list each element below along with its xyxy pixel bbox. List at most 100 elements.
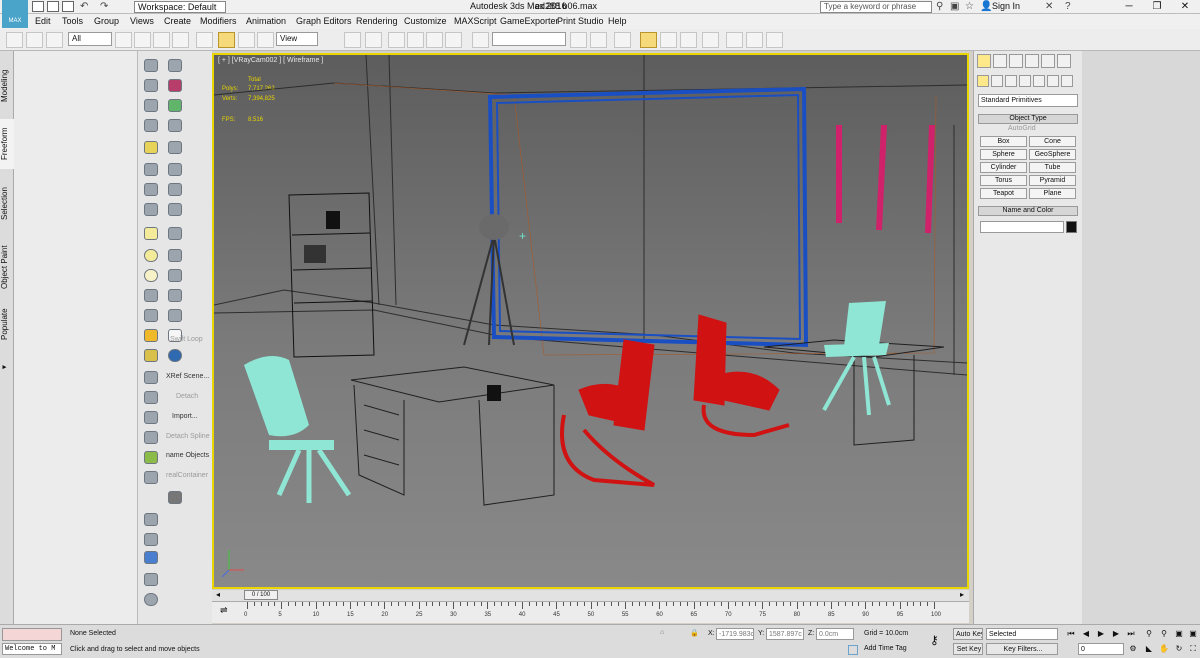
autogrid-checkbox[interactable]: AutoGrid: [1008, 125, 1036, 132]
key-icon[interactable]: ⚷: [930, 633, 939, 647]
cylinder-button[interactable]: Cylinder: [980, 162, 1027, 173]
go-to-end-icon[interactable]: ⏭: [1124, 628, 1138, 640]
plant-icon[interactable]: [144, 451, 158, 464]
field-of-view-icon[interactable]: ◣: [1142, 643, 1156, 655]
sphere-render-icon[interactable]: [144, 513, 158, 526]
new-file-icon[interactable]: [32, 1, 44, 12]
plane-icon[interactable]: [144, 227, 158, 240]
menu-edit[interactable]: Edit: [35, 16, 51, 26]
arrow-icon[interactable]: [168, 227, 182, 240]
bind-spacewarp-icon[interactable]: [46, 32, 63, 48]
snaps-toggle-icon[interactable]: [388, 32, 405, 48]
render-setup-icon[interactable]: [726, 32, 743, 48]
percent-snap-icon[interactable]: [426, 32, 443, 48]
window-crossing-icon[interactable]: [172, 32, 189, 48]
qr-icon[interactable]: [168, 349, 182, 362]
menu-animation[interactable]: Animation: [246, 16, 286, 26]
maximize-viewport-icon[interactable]: ⛶: [1186, 643, 1200, 655]
geosphere-button[interactable]: GeoSphere: [1029, 149, 1076, 160]
menu-create[interactable]: Create: [164, 16, 191, 26]
viewport[interactable]: [ + ] [VRayCam002 ] [ Wireframe ] Total …: [212, 53, 969, 589]
time-tag-icon[interactable]: [848, 645, 858, 655]
next-frame-button-icon[interactable]: ▶: [1109, 628, 1123, 640]
play-icon[interactable]: ▶: [1094, 628, 1108, 640]
named-selection-dropdown[interactable]: [492, 32, 566, 46]
name-objects-label[interactable]: name Objects: [166, 452, 209, 459]
layer-explorer-icon[interactable]: [640, 32, 657, 48]
manipulate-icon[interactable]: [365, 32, 382, 48]
workspace-dropdown[interactable]: Workspace: Default: [134, 1, 226, 13]
sphere-button[interactable]: Sphere: [980, 149, 1027, 160]
track-bar[interactable]: ⇌ 0 5 10 15 20 25 30 35 40 45 50 55 60 65 70 75 80 85 90 95…: [212, 601, 969, 623]
realcontainer-label[interactable]: realContainer: [166, 472, 208, 479]
spinner-snap-icon[interactable]: [445, 32, 462, 48]
key-mode-dropdown[interactable]: Selected: [986, 628, 1058, 640]
display-tab-icon[interactable]: [1041, 54, 1055, 68]
bone-icon[interactable]: [168, 163, 182, 176]
menu-help[interactable]: Help: [608, 16, 627, 26]
pan-icon[interactable]: ✋: [1157, 643, 1171, 655]
swift-loop-label[interactable]: Swift Loop: [170, 336, 203, 343]
current-frame-field[interactable]: 0: [1078, 643, 1124, 655]
pivot-center-icon[interactable]: [344, 32, 361, 48]
cone-button[interactable]: Cone: [1029, 136, 1076, 147]
sun-icon[interactable]: [144, 329, 158, 342]
zoom-all-icon[interactable]: ⚲: [1157, 628, 1171, 640]
unlink-icon[interactable]: [26, 32, 43, 48]
green-tool-icon[interactable]: [168, 99, 182, 112]
detach-label[interactable]: Detach: [176, 393, 198, 400]
align-icon[interactable]: [590, 32, 607, 48]
time-config-icon[interactable]: ⚙: [1126, 643, 1140, 655]
rectangular-selection-icon[interactable]: [153, 32, 170, 48]
next-frame-icon[interactable]: ▸: [960, 590, 964, 599]
menu-gameexporter[interactable]: GameExporter: [500, 16, 559, 26]
orbit-icon[interactable]: ↻: [1172, 643, 1186, 655]
time-slider-thumb[interactable]: 0 / 100: [244, 590, 278, 600]
user-icon[interactable]: 👤: [980, 1, 992, 12]
search-input[interactable]: Type a keyword or phrase: [820, 1, 932, 13]
undo-icon[interactable]: ↶: [80, 1, 88, 12]
target-icon[interactable]: [144, 349, 158, 362]
teapot-button[interactable]: Teapot: [980, 188, 1027, 199]
angle-snap-icon[interactable]: [407, 32, 424, 48]
systems-icon[interactable]: [1061, 75, 1073, 87]
zoom-extents-icon[interactable]: ▣: [1172, 628, 1186, 640]
select-scale-icon[interactable]: [257, 32, 274, 48]
helper-icon[interactable]: [144, 183, 158, 196]
auto-key-button[interactable]: Auto Key: [953, 628, 983, 640]
create-tab-icon[interactable]: [977, 54, 991, 68]
help-circle-icon[interactable]: [144, 593, 158, 606]
cone-icon[interactable]: [144, 289, 158, 302]
flask-icon[interactable]: [144, 411, 158, 424]
edit-named-selection-icon[interactable]: [472, 32, 489, 48]
window-icon[interactable]: [144, 551, 158, 564]
ribbon-toggle-icon[interactable]: [660, 32, 677, 48]
bend-icon[interactable]: [168, 309, 182, 322]
x-coordinate-field[interactable]: -1719.983c: [716, 628, 754, 640]
tab-freeform[interactable]: Freeform: [0, 119, 14, 169]
table-icon[interactable]: [144, 119, 158, 132]
object-color-swatch[interactable]: [1066, 221, 1077, 233]
xref-scene-label[interactable]: XRef Scene...: [166, 373, 209, 380]
zoom-icon[interactable]: ⚲: [1142, 628, 1156, 640]
plane-button[interactable]: Plane: [1029, 188, 1076, 199]
go-to-start-icon[interactable]: ⏮: [1064, 628, 1078, 640]
light-icon[interactable]: [144, 141, 158, 154]
name-and-color-header[interactable]: Name and Color: [978, 206, 1078, 216]
tab-object-paint[interactable]: Object Paint: [0, 237, 14, 297]
circle-icon[interactable]: [144, 249, 158, 262]
scene-tool-icon[interactable]: [144, 79, 158, 92]
ribbon-expand-icon[interactable]: ◂: [0, 363, 14, 373]
monitor-icon[interactable]: [168, 119, 182, 132]
minimize-button[interactable]: ─: [1115, 0, 1143, 14]
shape-icon[interactable]: [168, 183, 182, 196]
menu-group[interactable]: Group: [94, 16, 119, 26]
calculator-icon[interactable]: [144, 99, 158, 112]
maximize-button[interactable]: ❐: [1143, 0, 1171, 14]
menu-customize[interactable]: Customize: [404, 16, 447, 26]
close-button[interactable]: ✕: [1171, 0, 1199, 14]
xref-icon[interactable]: [144, 371, 158, 384]
box-button[interactable]: Box: [980, 136, 1027, 147]
detach-spline-label[interactable]: Detach Spline: [166, 433, 210, 440]
select-by-name-icon[interactable]: [134, 32, 151, 48]
